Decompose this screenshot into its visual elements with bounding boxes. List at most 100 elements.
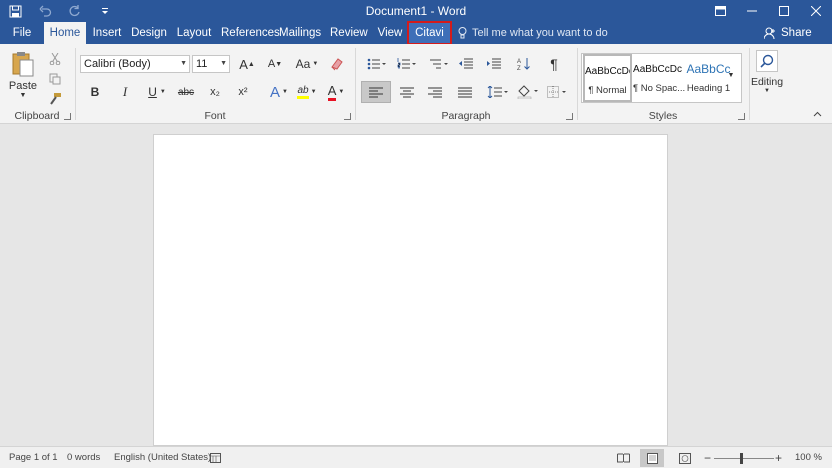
styles-launcher-icon[interactable] [738, 113, 745, 120]
shrink-font-button[interactable]: A ▼ [264, 55, 286, 73]
lightbulb-icon [458, 27, 467, 39]
zoom-out-icon[interactable]: − [704, 447, 711, 468]
text-effects-button[interactable]: A ▼ [266, 82, 292, 102]
subscript-button[interactable]: x₂ [204, 82, 226, 102]
tab-design[interactable]: Design [130, 22, 168, 44]
clear-formatting-icon[interactable] [326, 55, 346, 73]
tab-references[interactable]: References [221, 22, 280, 44]
bullets-icon[interactable] [364, 54, 390, 74]
ribbon-tab-bar: File Home Insert Design Layout Reference… [0, 21, 832, 45]
sort-icon[interactable]: AZ [514, 54, 534, 74]
italic-button[interactable]: I [114, 82, 136, 102]
chevron-down-icon: ▼ [159, 89, 166, 95]
zoom-level[interactable]: 100 % [795, 447, 822, 468]
word-count[interactable]: 0 words [67, 447, 100, 468]
customize-qat-icon[interactable] [90, 0, 120, 22]
align-left-icon[interactable] [361, 81, 391, 103]
font-size-combo[interactable]: 11 ▼ [192, 55, 230, 73]
print-layout-icon[interactable] [640, 449, 664, 467]
increase-indent-icon[interactable] [484, 54, 504, 74]
justify-icon[interactable] [452, 81, 478, 103]
status-bar: Page 1 of 1 0 words English (United Stat… [0, 446, 832, 468]
page-count[interactable]: Page 1 of 1 [9, 447, 58, 468]
decrease-indent-icon[interactable] [456, 54, 476, 74]
language[interactable]: English (United States) [114, 447, 211, 468]
chevron-down-icon: ▼ [764, 88, 770, 94]
tab-citavi[interactable]: Citavi [407, 21, 452, 45]
share-button[interactable]: Share [764, 22, 812, 44]
styles-gallery: AaBbCcDc ¶ Normal AaBbCcDc ¶ No Spac... … [581, 53, 742, 103]
ribbon-home: Paste ▼ Clipboard Calibri (Body) ▼ 11 ▼ … [0, 44, 832, 124]
tab-layout[interactable]: Layout [176, 22, 212, 44]
web-layout-icon[interactable] [679, 447, 691, 468]
multilevel-list-icon[interactable] [426, 54, 452, 74]
tab-mailings[interactable]: Mailings [279, 22, 321, 44]
paste-button[interactable]: Paste ▼ [6, 50, 40, 104]
cut-icon[interactable] [46, 50, 64, 68]
tab-review[interactable]: Review [330, 22, 368, 44]
person-icon [764, 27, 775, 39]
tab-insert[interactable]: Insert [90, 22, 124, 44]
style-no-spacing[interactable]: AaBbCcDc ¶ No Spac... [633, 54, 685, 102]
paragraph-launcher-icon[interactable] [566, 113, 573, 120]
window-controls [704, 0, 832, 22]
font-color-button[interactable]: A ▼ [323, 82, 349, 102]
font-size-value: 11 [196, 58, 208, 70]
underline-button[interactable]: U ▼ [144, 82, 170, 102]
group-divider [749, 48, 750, 120]
collapse-ribbon-icon[interactable] [810, 108, 824, 120]
font-launcher-icon[interactable] [344, 113, 351, 120]
clipboard-group-label: Clipboard [14, 110, 60, 122]
underline-label: U [148, 85, 157, 99]
style-preview: AaBbCcDc [585, 66, 630, 77]
tab-view[interactable]: View [375, 22, 405, 44]
clipboard-launcher-icon[interactable] [64, 113, 71, 120]
styles-group-label: Styles [648, 110, 678, 122]
format-painter-icon[interactable] [46, 90, 64, 108]
align-center-icon[interactable] [394, 81, 420, 103]
minimize-icon[interactable] [736, 0, 768, 22]
zoom-slider-thumb[interactable] [740, 452, 743, 464]
show-formatting-marks-button[interactable]: ¶ [544, 54, 564, 74]
font-name-combo[interactable]: Calibri (Body) ▼ [80, 55, 190, 73]
styles-more-icon[interactable]: ▼ [724, 68, 738, 82]
change-case-button[interactable]: Aa ▼ [294, 55, 320, 73]
chevron-down-icon: ▼ [220, 60, 227, 67]
group-paragraph: AZ ¶ Paragraph [356, 44, 576, 124]
shading-icon[interactable] [514, 81, 542, 103]
align-right-icon[interactable] [422, 81, 448, 103]
read-mode-icon[interactable] [617, 447, 630, 468]
style-name: Heading 1 [686, 83, 731, 94]
bold-button[interactable]: B [84, 82, 106, 102]
highlight-label: ab [297, 85, 309, 99]
tab-file[interactable]: File [6, 22, 38, 44]
grow-font-button[interactable]: A ▲ [236, 55, 258, 73]
text-highlight-button[interactable]: ab ▼ [294, 82, 320, 102]
style-normal[interactable]: AaBbCcDc ¶ Normal [583, 54, 632, 102]
zoom-slider[interactable] [714, 447, 774, 468]
undo-icon[interactable] [30, 0, 60, 22]
line-spacing-icon[interactable] [484, 81, 512, 103]
redo-icon[interactable] [60, 0, 90, 22]
borders-icon[interactable] [544, 81, 572, 103]
zoom-in-icon[interactable]: + [775, 447, 782, 468]
maximize-icon[interactable] [768, 0, 800, 22]
close-icon[interactable] [800, 0, 832, 22]
style-name: ¶ Normal [588, 85, 627, 96]
proofing-icon[interactable] [210, 447, 221, 468]
superscript-button[interactable]: x² [232, 82, 254, 102]
ribbon-display-options-icon[interactable] [704, 0, 736, 22]
numbering-icon[interactable] [394, 54, 420, 74]
strikethrough-button[interactable]: abc [174, 82, 198, 102]
copy-icon[interactable] [46, 70, 64, 88]
editing-label: Editing [750, 76, 784, 88]
change-case-label: Aa [295, 57, 311, 71]
chevron-down-icon: ▼ [310, 89, 317, 95]
svg-text:A: A [517, 59, 521, 65]
find-icon [756, 50, 778, 72]
tell-me-box[interactable]: Tell me what you want to do [458, 22, 608, 44]
tab-home[interactable]: Home [44, 22, 86, 44]
editing-button[interactable]: Editing ▼ [750, 48, 784, 102]
save-icon[interactable] [0, 0, 30, 22]
document-page[interactable] [153, 134, 668, 446]
